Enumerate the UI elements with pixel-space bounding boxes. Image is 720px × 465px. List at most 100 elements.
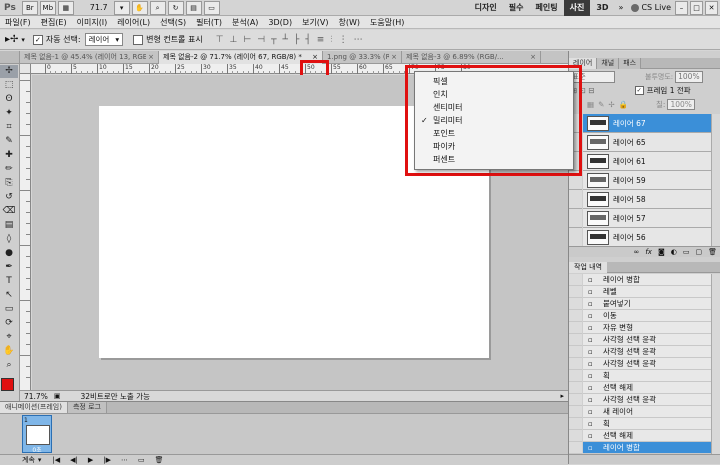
history-snapshot-source[interactable]	[569, 334, 582, 346]
history-state[interactable]: ▫ 새 레이어	[583, 406, 711, 418]
zoom-level-field[interactable]: 71.7	[90, 3, 108, 12]
align-icon[interactable]: ┴	[279, 35, 290, 45]
menu-item[interactable]: 파일(F)	[0, 16, 36, 29]
menu-item[interactable]: 창(W)	[334, 16, 366, 29]
marquee-tool-icon[interactable]: ⬚	[0, 79, 18, 92]
maximize-button[interactable]: □	[690, 0, 703, 15]
propagate-frame-checkbox[interactable]: ✓	[634, 86, 644, 95]
history-snapshot-source[interactable]	[569, 358, 582, 370]
scroll-right-icon[interactable]: ▸	[560, 392, 568, 400]
panel-tab[interactable]: 패스	[619, 57, 642, 69]
align-icon[interactable]: ⊢	[240, 35, 254, 45]
history-snapshot-source[interactable]	[569, 322, 582, 334]
panel-tab[interactable]: 채널	[597, 57, 620, 69]
layer-name[interactable]: 레이어 56	[613, 232, 646, 243]
eyedropper-tool-icon[interactable]: ✎	[0, 135, 18, 148]
history-snapshot-source[interactable]	[569, 310, 582, 322]
history-snapshot-source[interactable]	[569, 346, 582, 358]
history-state[interactable]: ▫ 자유 변형	[583, 322, 711, 334]
menu-item[interactable]: 분석(A)	[227, 16, 263, 29]
history-state[interactable]: ▫ 획	[583, 370, 711, 382]
adjustment-icon[interactable]: ◐	[668, 248, 680, 256]
workspace-2[interactable]: 페인팅	[530, 0, 564, 16]
duplicate-frame-icon[interactable]: ▭	[133, 456, 150, 464]
move-tool-preset-icon[interactable]: ▸✢	[0, 34, 21, 45]
menu-item-unit[interactable]: 파이카	[415, 140, 573, 153]
align-icon[interactable]: ┬	[268, 35, 279, 45]
history-snapshot-source[interactable]	[569, 382, 582, 394]
history-snapshot-source[interactable]	[569, 418, 582, 430]
cslive-button[interactable]: CS Live	[627, 3, 675, 12]
history-snapshot-source[interactable]	[569, 274, 582, 286]
previous-frame-icon[interactable]: ◀|	[65, 456, 83, 464]
healing-tool-icon[interactable]: ✚	[0, 149, 18, 162]
group-icon[interactable]: ▭	[680, 248, 693, 256]
crop-tool-icon[interactable]: ⌗	[0, 121, 18, 134]
workspace-0[interactable]: 디자인	[469, 0, 503, 16]
panel-tab[interactable]: 애니메이션(프레임)	[0, 402, 68, 413]
history-state[interactable]: ▫ 사각형 선택 윤곽	[583, 394, 711, 406]
transform-controls-checkbox[interactable]	[133, 34, 144, 45]
lock-all-icon[interactable]: 🔒	[615, 100, 628, 109]
close-button[interactable]: ✕	[705, 0, 718, 15]
tween-icon[interactable]: ⋯	[116, 456, 133, 464]
delete-layer-icon[interactable]: 🗑	[705, 248, 720, 256]
menu-item[interactable]: 선택(S)	[155, 16, 191, 29]
opacity-field[interactable]: 100%	[675, 70, 703, 83]
align-icon[interactable]: ⫶	[327, 35, 335, 45]
layers-scrollbar[interactable]	[711, 114, 720, 246]
menu-item[interactable]: 이미지(I)	[72, 16, 113, 29]
path-select-tool-icon[interactable]: ↖	[0, 289, 18, 302]
gradient-tool-icon[interactable]: ▤	[0, 219, 18, 232]
layer-row[interactable]: 레이어 58	[583, 190, 711, 209]
menu-item-unit[interactable]: 퍼센트	[415, 153, 573, 166]
close-tab-icon[interactable]: ×	[389, 51, 397, 64]
close-tab-icon[interactable]: ×	[528, 51, 536, 64]
bridge-icon[interactable]: Br	[21, 0, 38, 15]
menu-item-unit[interactable]: 포인트	[415, 127, 573, 140]
history-state[interactable]: ▫ 획	[583, 418, 711, 430]
history-state[interactable]: ▫ 레이어 병합	[583, 442, 711, 454]
layer-name[interactable]: 레이어 65	[613, 137, 646, 148]
workspace-4[interactable]: 3D	[590, 0, 614, 16]
menu-item-unit[interactable]: 센티미터	[415, 101, 573, 114]
layer-name[interactable]: 레이어 58	[613, 194, 646, 205]
zoom-dropdown-icon[interactable]: ▾	[113, 0, 130, 15]
history-state[interactable]: ▫ 이동	[583, 310, 711, 322]
history-snapshot-source[interactable]	[569, 298, 582, 310]
minibridge-icon[interactable]: Mb	[39, 0, 56, 15]
zoom-tool-icon[interactable]: ⌕	[0, 359, 18, 372]
align-icon[interactable]: ├	[291, 35, 302, 45]
hand-tool-icon[interactable]: ✋	[131, 0, 148, 15]
minimize-button[interactable]: –	[675, 0, 688, 15]
align-icon[interactable]: ⊥	[227, 35, 241, 45]
fx-icon[interactable]: fx	[642, 248, 655, 256]
frame-delay[interactable]: 0초	[23, 445, 51, 454]
layer-row[interactable]: 레이어 56	[583, 228, 711, 247]
play-icon[interactable]: ▶	[83, 456, 98, 464]
menu-item[interactable]: 레이어(L)	[112, 16, 155, 29]
history-state[interactable]: ▫ 붙여넣기	[583, 298, 711, 310]
align-icon[interactable]: ⋮	[336, 35, 351, 45]
tool-preset-dropdown-icon[interactable]: ▾	[21, 36, 25, 44]
screen-mode-icon[interactable]: ▭	[203, 0, 220, 15]
workspace-3[interactable]: 사진	[563, 0, 591, 16]
history-state[interactable]: ▫ 사각형 선택 윤곽	[583, 334, 711, 346]
mask-icon[interactable]: ◙	[655, 248, 668, 256]
layer-row[interactable]: 레이어 67	[583, 114, 711, 133]
layer-name[interactable]: 레이어 59	[613, 175, 646, 186]
layer-visibility-toggle[interactable]	[569, 190, 582, 209]
arrange-documents-icon[interactable]: ▤	[185, 0, 202, 15]
layer-name[interactable]: 레이어 61	[613, 156, 646, 167]
history-scrollbar[interactable]	[711, 274, 720, 454]
eraser-tool-icon[interactable]: ⌫	[0, 205, 18, 218]
first-frame-icon[interactable]: |◀	[47, 456, 65, 464]
layer-row[interactable]: 레이어 61	[583, 152, 711, 171]
align-icon[interactable]: ┤	[302, 35, 313, 45]
history-state[interactable]: ▫ 사각형 선택 윤곽	[583, 358, 711, 370]
history-snapshot-source[interactable]	[569, 406, 582, 418]
foreground-color-swatch[interactable]	[1, 378, 14, 391]
align-icon[interactable]: ⊤	[213, 35, 227, 45]
workspace-more-icon[interactable]: »	[615, 3, 628, 12]
layer-row[interactable]: 레이어 59	[583, 171, 711, 190]
